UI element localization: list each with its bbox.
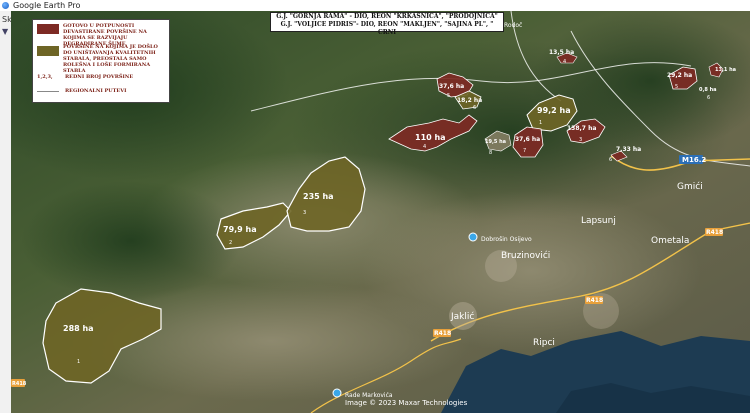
area-number: 1: [77, 359, 80, 365]
road-badge-r418: R418: [11, 379, 27, 387]
road-badge-m162: M16.2: [679, 155, 706, 164]
area-number: 5: [675, 84, 678, 90]
place-label-ometala: Ometala: [651, 236, 689, 246]
road-badge-r418: R418: [705, 228, 723, 236]
google-earth-window: Google Earth Pro Skrite ▼: [0, 0, 750, 413]
google-earth-icon: [2, 2, 9, 9]
place-label-gmici: Gmići: [677, 181, 703, 192]
legend-text-numbers: REDNI BROJ POVRŠINE: [65, 74, 134, 80]
svg-text:R418: R418: [12, 381, 27, 387]
header-line-1: G.J. "GORNJA RAMA" - DIO, REON "KRKAŠNIC…: [276, 13, 498, 20]
area-label: 7,33 ha: [616, 146, 641, 153]
forest-patch: [21, 181, 241, 301]
svg-text:R418: R418: [434, 330, 451, 337]
area-label: 288 ha: [63, 324, 94, 333]
area-number: 5: [447, 93, 450, 99]
place-label-lapsunj: Lapsunj: [581, 216, 616, 226]
area-label: 19,5 ha: [485, 139, 506, 145]
area-number: 2: [229, 240, 232, 246]
area-label: 235 ha: [303, 192, 334, 201]
map-legend: GOTOVO U POTPUNOSTI DEVASTIRANE POVRŠINE…: [32, 19, 170, 103]
area-label: 18,2 ha: [457, 97, 482, 104]
imagery-attribution: Image © 2023 Maxar Technologies: [345, 399, 468, 407]
road-badge-r418: R418: [433, 329, 451, 337]
area-number: 4: [423, 144, 426, 150]
area-label: 37,6 ha: [439, 83, 464, 90]
area-number: 3: [579, 137, 582, 143]
road-badge-r418: R418: [585, 296, 603, 304]
legend-text-damaged: POVRŠINE NA KOJIMA JE DOŠLO DO UNIŠTAVAN…: [63, 44, 158, 74]
area-number: 6: [609, 157, 612, 163]
legend-road-line: [37, 91, 59, 92]
svg-text:R418: R418: [586, 297, 603, 304]
legend-swatch-damaged: [37, 46, 59, 56]
legend-swatch-devastated: [37, 24, 59, 34]
area-label: 99,2 ha: [537, 106, 571, 115]
area-number: 7: [523, 148, 526, 154]
area-number: 4: [563, 59, 566, 65]
place-label-rodoc: Rodoč: [504, 22, 522, 29]
svg-text:M16.2: M16.2: [682, 156, 706, 164]
area-label: 13,1 ha: [715, 67, 736, 73]
area-label: 29,2 ha: [667, 72, 692, 79]
area-label: 110 ha: [415, 133, 446, 142]
place-label-jaklic: Jaklić: [450, 311, 474, 322]
map-header: G.J. "GORNJA RAMA" - DIO, REON "KRKAŠNIC…: [270, 12, 504, 36]
area-label: 79,9 ha: [223, 225, 257, 234]
area-label: 13,5 ha: [549, 49, 574, 56]
area-label: 37,6 ha: [515, 136, 540, 143]
poi-label: Rade Markovića: [345, 392, 393, 399]
area-number: 1: [539, 120, 542, 126]
area-number: 6: [707, 95, 710, 101]
poi-label: Dobrošin Osijevo: [481, 236, 532, 243]
legend-text-roads: REGIONALNI PUTEVI: [65, 88, 127, 94]
svg-text:R418: R418: [706, 229, 723, 236]
area-number: 6: [473, 105, 476, 111]
chevron-down-icon[interactable]: ▼: [2, 27, 8, 36]
area-number: 8: [489, 150, 492, 156]
header-line-2: G.J. "VOLJICE PIDRIS"- DIO, REON "MAKLJE…: [280, 21, 494, 36]
place-label-ripci: Ripci: [533, 338, 555, 348]
area-label: 0,8 ha: [699, 87, 717, 93]
place-label-bruzinovici: Bruzinovići: [501, 250, 550, 261]
area-number: 3: [303, 210, 306, 216]
area-label: 138,7 ha: [567, 125, 596, 132]
legend-number-prefix: 1,2,3,: [37, 74, 53, 80]
window-title: Google Earth Pro: [13, 1, 81, 10]
